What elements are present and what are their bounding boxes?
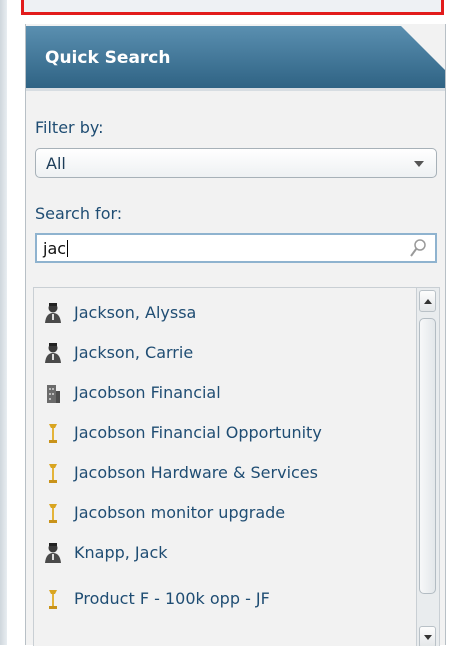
- panel-header: Quick Search: [26, 26, 445, 92]
- list-item-label: Jackson, Alyssa: [74, 303, 197, 322]
- list-item-label: Jacobson Hardware & Services: [74, 463, 318, 482]
- list-item[interactable]: Jacobson Hardware & Services: [34, 455, 416, 495]
- list-item-label: Knapp, Jack: [74, 543, 168, 562]
- list-item-label: Jacobson monitor upgrade: [74, 503, 286, 522]
- contact-icon: [43, 342, 63, 364]
- contact-icon: [43, 302, 63, 324]
- search-icon[interactable]: [409, 238, 427, 264]
- list-item-label: Jackson, Carrie: [74, 343, 194, 362]
- search-input[interactable]: jac: [35, 233, 437, 263]
- results-scrollbar[interactable]: [416, 288, 439, 646]
- results-list: Jackson, Alyssa Jackson, Carrie Jacobson…: [33, 287, 440, 646]
- panel-title: Quick Search: [45, 48, 171, 68]
- opportunity-icon: [43, 462, 63, 484]
- list-item[interactable]: Jackson, Alyssa: [34, 295, 416, 335]
- contact-icon: [43, 542, 63, 564]
- filter-label: Filter by:: [35, 118, 104, 137]
- list-item[interactable]: Product F - 100k opp - JF: [34, 581, 416, 621]
- arrow-up-icon: [424, 299, 432, 304]
- opportunity-icon: [43, 588, 63, 610]
- highlighted-region: [21, 0, 444, 15]
- list-item[interactable]: Jacobson Financial: [34, 375, 416, 415]
- list-item[interactable]: Knapp, Jack: [34, 535, 416, 575]
- account-icon: [43, 382, 63, 404]
- search-value: jac: [43, 239, 67, 258]
- window-frame-left: [0, 0, 7, 645]
- list-item-label: Jacobson Financial Opportunity: [74, 423, 322, 442]
- arrow-down-icon: [424, 635, 432, 640]
- list-item-label: Product F - 100k opp - JF: [74, 589, 270, 608]
- scroll-down-button[interactable]: [419, 626, 436, 646]
- quick-search-panel: Quick Search Filter by: All Search for: …: [25, 24, 446, 646]
- list-item[interactable]: Jackson, Carrie: [34, 335, 416, 375]
- chevron-down-icon[interactable]: [414, 161, 424, 167]
- text-caret: [67, 240, 69, 257]
- search-label: Search for:: [35, 204, 123, 223]
- filter-dropdown[interactable]: All: [35, 148, 437, 178]
- opportunity-icon: [43, 502, 63, 524]
- list-item[interactable]: Jacobson Financial Opportunity: [34, 415, 416, 455]
- scrollbar-thumb[interactable]: [419, 318, 436, 594]
- list-item-label: Jacobson Financial: [74, 383, 221, 402]
- opportunity-icon: [43, 422, 63, 444]
- scroll-up-button[interactable]: [419, 290, 436, 312]
- filter-value: All: [46, 154, 66, 173]
- list-item[interactable]: Jacobson monitor upgrade: [34, 495, 416, 535]
